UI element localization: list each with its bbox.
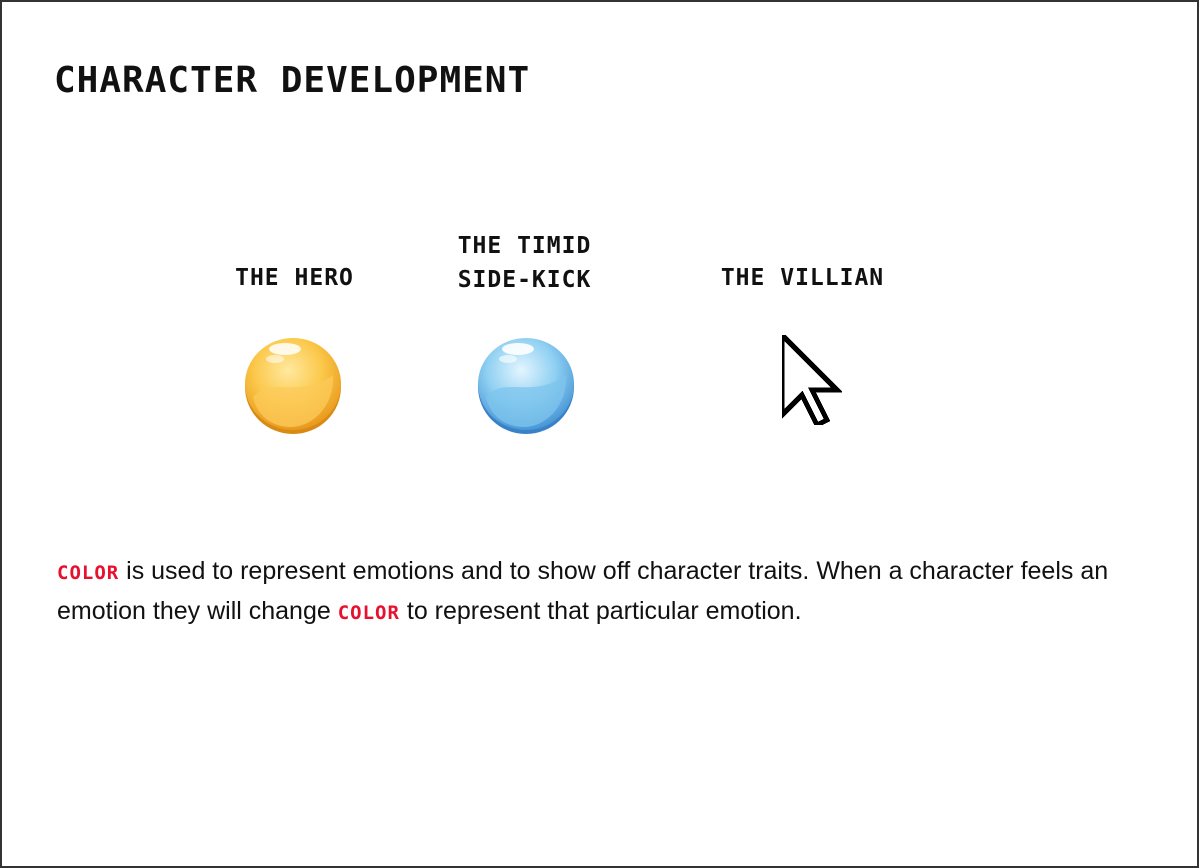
color-keyword: COLOR <box>337 602 400 624</box>
mouse-cursor-icon <box>782 335 842 425</box>
page-title: CHARACTER DEVELOPMENT <box>54 60 531 101</box>
description-text-2: to represent that particular emotion. <box>399 597 802 625</box>
slide-page: CHARACTER DEVELOPMENT THE HERO THE TIMID… <box>0 0 1199 868</box>
color-keyword: COLOR <box>57 562 120 584</box>
description-paragraph: COLOR is used to represent emotions and … <box>57 552 1147 632</box>
hero-label-text: THE HERO <box>235 265 354 291</box>
sidekick-label-line1: THE TIMID <box>457 233 592 259</box>
hero-label: THE HERO <box>212 261 377 295</box>
villain-label: THE VILLIAN <box>690 261 915 295</box>
yellow-orb-icon <box>245 338 341 434</box>
sidekick-label: THE TIMID SIDE-KICK <box>422 229 627 297</box>
blue-orb-icon <box>478 338 574 434</box>
villain-label-text: THE VILLIAN <box>720 265 885 291</box>
sidekick-label-line2: SIDE-KICK <box>457 267 592 293</box>
